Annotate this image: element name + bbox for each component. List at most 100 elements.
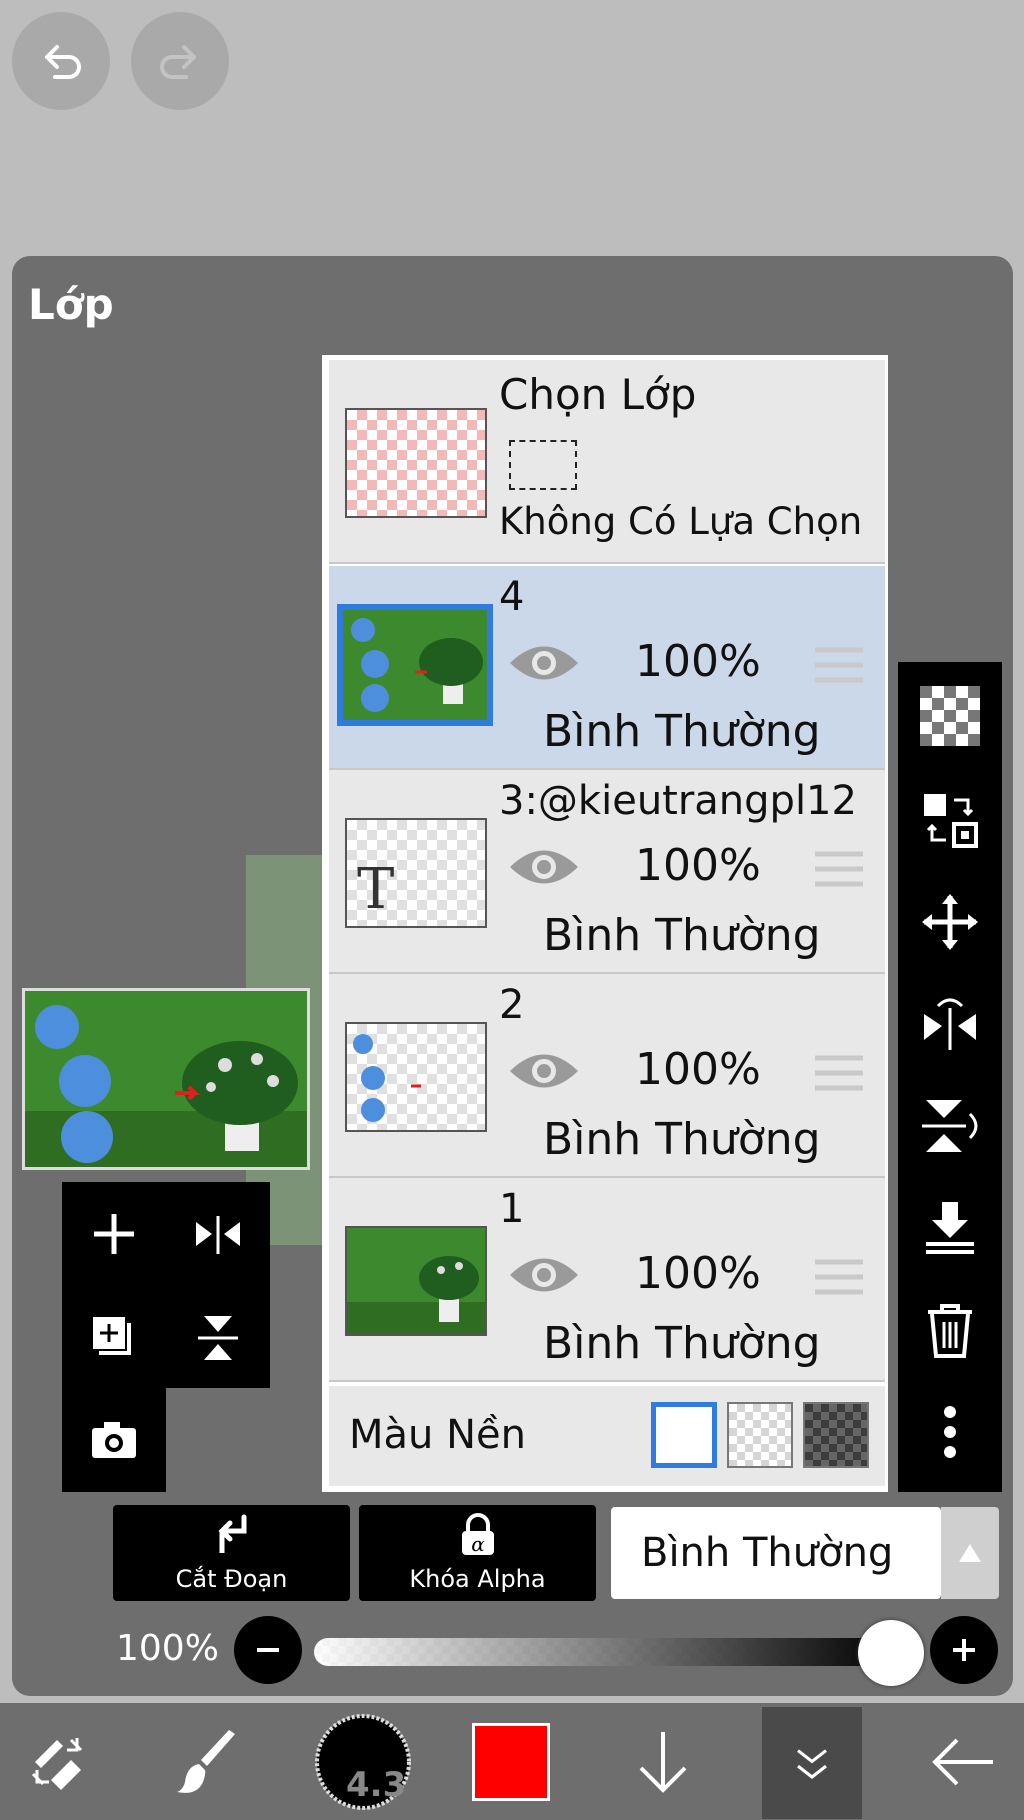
flip-vertical-icon [922,1100,978,1152]
transfer-button[interactable] [898,774,1002,866]
layers-panel-button[interactable] [762,1707,862,1819]
flip-vertical-icon [198,1316,238,1360]
layer-blend-mode: Bình Thường [543,1318,821,1369]
brush-size-value: 4.3 [346,1765,407,1805]
flip-layer-vertical-button[interactable] [898,1080,1002,1172]
blend-mode-toggle[interactable] [941,1507,999,1599]
add-layer-button[interactable] [62,1182,166,1286]
duplicate-layer-button[interactable] [62,1286,166,1390]
layer-blend-mode: Bình Thường [543,1114,821,1165]
flip-horizontal-icon [196,1216,240,1254]
alpha-lock-button[interactable]: α Khóa Alpha [359,1505,596,1601]
blend-mode-select[interactable]: Bình Thường [611,1507,941,1599]
mini-toolbar [62,1182,270,1388]
flip-horizontal-icon [924,998,976,1050]
mini-toolbar-lower [62,1388,166,1492]
background-label: Màu Nền [349,1412,526,1458]
clipping-label: Cắt Đoạn [175,1565,288,1593]
eye-icon[interactable] [507,638,581,688]
delete-layer-button[interactable] [898,1284,1002,1376]
transfer-icon [924,794,978,848]
plus-icon [953,1639,975,1661]
tool-switch-button[interactable] [6,1703,116,1820]
more-options-button[interactable] [898,1386,1002,1478]
move-button[interactable] [898,876,1002,968]
background-color-row: Màu Nền [329,1386,885,1486]
move-icon [922,894,978,950]
alpha-lock-icon: α [461,1513,494,1556]
svg-text:T: T [357,857,394,922]
drag-handle-icon[interactable] [813,646,865,684]
add-layer-icon [94,1214,134,1254]
drag-handle-icon[interactable] [813,1258,865,1296]
layer-opacity: 100% [635,636,761,687]
layer-name: 2 [499,982,525,1028]
triangle-up-icon [959,1544,981,1562]
eye-icon[interactable] [507,1250,581,1300]
clip-arrow-icon [217,1514,246,1553]
layer-blend-mode: Bình Thường [543,910,821,961]
merge-down-icon [926,1202,974,1254]
background-transparent-swatch[interactable] [727,1402,793,1468]
alpha-lock-label: Khóa Alpha [409,1565,546,1593]
pen-eraser-switch-icon [31,1737,83,1790]
selection-thumbnail [345,408,487,518]
minus-icon [257,1648,279,1652]
layer-row[interactable]: 1 100% Bình Thường [329,1178,885,1382]
background-white-swatch[interactable] [651,1402,717,1468]
merge-down-button[interactable] [898,1182,1002,1274]
eye-icon[interactable] [507,1046,581,1096]
selection-status: Không Có Lựa Chọn [499,500,863,543]
svg-text:α: α [471,1532,485,1556]
camera-button[interactable] [62,1388,166,1492]
chevron-double-down-icon [797,1749,827,1779]
layer-name: 3:@kieutrangpl12 [499,778,857,824]
checker-icon [920,686,980,746]
layer-thumbnail [345,1226,487,1336]
eye-icon[interactable] [507,842,581,892]
back-button[interactable] [908,1703,1018,1820]
canvas-preview[interactable] [22,988,310,1170]
brush-size-button[interactable]: 4.3 [308,1703,418,1820]
layer-row[interactable]: 4 100% Bình Thường [329,566,885,770]
color-button[interactable] [456,1703,566,1820]
current-color-swatch [472,1722,550,1801]
transparency-button[interactable] [898,670,1002,762]
drag-handle-icon[interactable] [813,850,865,888]
more-icon [944,1406,956,1458]
opacity-value: 100% [116,1628,219,1669]
opacity-slider-knob[interactable] [858,1620,924,1686]
layers-list: Chọn Lớp Không Có Lựa Chọn 4 100% Bình T… [322,355,888,1492]
undo-button[interactable] [12,12,110,110]
layer-row[interactable]: T 3:@kieutrangpl12 100% Bình Thường [329,770,885,974]
drag-handle-icon[interactable] [813,1054,865,1092]
selection-title: Chọn Lớp [499,370,697,419]
commit-down-button[interactable] [608,1703,718,1820]
flip-vertical-button[interactable] [166,1286,270,1390]
layer-thumbnail [345,1022,487,1132]
layer-row[interactable]: 2 100% Bình Thường [329,974,885,1178]
opacity-decrease-button[interactable] [234,1616,302,1684]
redo-icon [160,45,196,79]
layer-opacity: 100% [635,840,761,891]
brush-tool-button[interactable] [154,1703,264,1820]
layer-blend-mode: Bình Thường [543,706,821,757]
camera-icon [92,1422,136,1458]
opacity-slider-track[interactable] [314,1638,894,1666]
layer-opacity: 100% [635,1248,761,1299]
duplicate-layer-icon [91,1315,133,1357]
clipping-button[interactable]: Cắt Đoạn [113,1505,350,1601]
bottom-toolbar: 4.3 [0,1703,1024,1820]
arrow-down-icon [639,1731,687,1793]
flip-horizontal-button[interactable] [166,1182,270,1286]
opacity-increase-button[interactable] [930,1616,998,1684]
background-dark-swatch[interactable] [803,1402,869,1468]
layer-thumbnail: T [345,818,487,928]
redo-button[interactable] [131,12,229,110]
selection-layer-row[interactable]: Chọn Lớp Không Có Lựa Chọn [329,360,885,564]
panel-title: Lớp [28,280,114,329]
layer-name: 1 [499,1186,525,1232]
layer-tools [898,662,1002,1492]
layer-thumbnail [337,604,493,726]
flip-layer-horizontal-button[interactable] [898,978,1002,1070]
